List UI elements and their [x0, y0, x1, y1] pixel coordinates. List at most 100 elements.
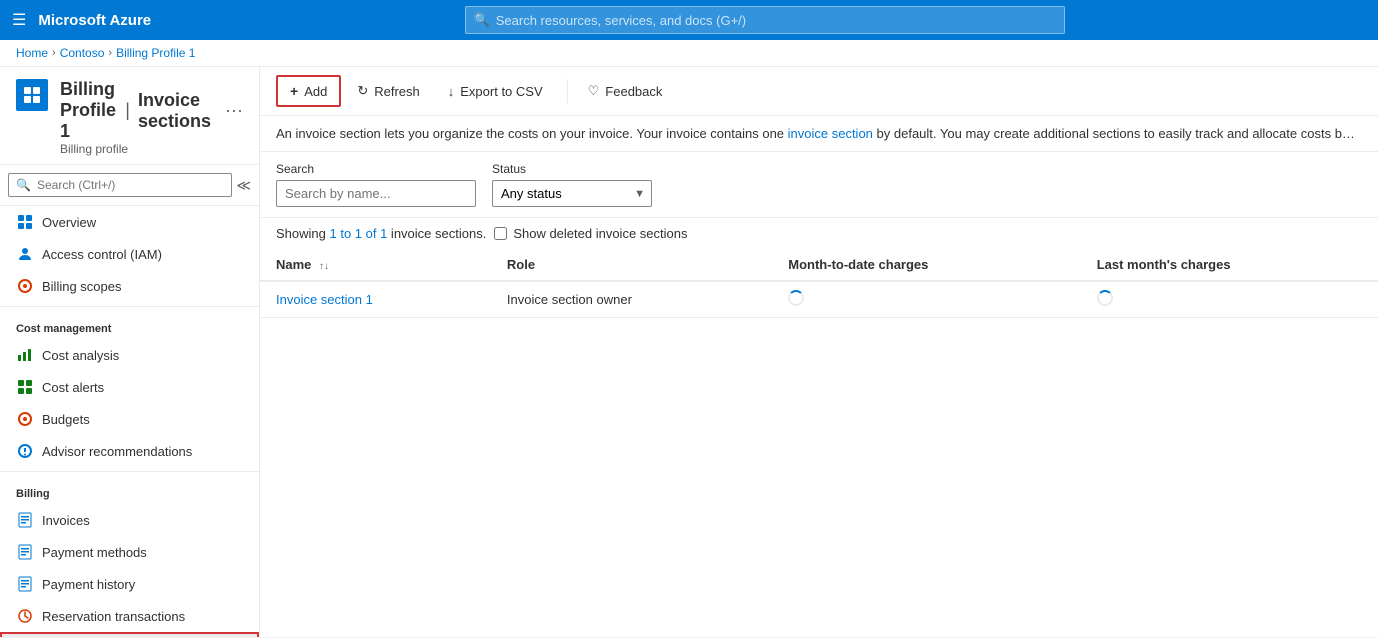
breadcrumb-home[interactable]: Home [16, 46, 48, 60]
sidebar-search-container: 🔍 ≪ [0, 165, 259, 206]
advisor-icon [16, 442, 34, 460]
sidebar-item-label: Cost alerts [42, 380, 104, 395]
status-filter-group: Status Any status Active Deleted ▼ [492, 162, 652, 207]
sidebar-item-label: Budgets [42, 412, 90, 427]
refresh-button[interactable]: ↻ Refresh [345, 77, 431, 105]
page-title: Billing Profile 1 | Invoice sections ··· [60, 79, 243, 142]
sidebar-item-payment-methods[interactable]: Payment methods [0, 536, 259, 568]
resource-type: Billing profile [60, 142, 243, 156]
chart-icon [16, 346, 34, 364]
plus-icon: + [290, 83, 298, 99]
export-button[interactable]: ↓ Export to CSV [436, 78, 555, 105]
table-area: Name ↑↓ Role Month-to-date charges Last … [260, 249, 1378, 637]
breadcrumb-sep-2: › [108, 47, 112, 59]
reservation-icon [16, 607, 34, 625]
heart-icon: ♡ [588, 83, 600, 99]
sidebar-search-icon: 🔍 [16, 178, 31, 192]
sidebar-item-label: Payment methods [42, 545, 147, 560]
sidebar-item-reservation-transactions[interactable]: Reservation transactions [0, 600, 259, 632]
add-button[interactable]: + Add [276, 75, 341, 107]
showing-link[interactable]: 1 to 1 of 1 [329, 226, 387, 241]
filter-row: Search Status Any status Active Deleted … [260, 152, 1378, 218]
global-search-container[interactable]: 🔍 [465, 6, 1065, 34]
sidebar-item-invoices[interactable]: Invoices [0, 504, 259, 536]
sidebar-item-billing-scopes[interactable]: Billing scopes [0, 270, 259, 302]
status-filter-label: Status [492, 162, 652, 176]
description-text: An invoice section lets you organize the… [276, 126, 1378, 141]
sidebar-item-advisor[interactable]: Advisor recommendations [0, 435, 259, 467]
column-last-month-charges: Last month's charges [1081, 249, 1378, 281]
toolbar: + Add ↻ Refresh ↓ Export to CSV ♡ Feedba… [260, 67, 1378, 116]
status-select[interactable]: Any status Active Deleted [493, 181, 628, 206]
app-title: Microsoft Azure [38, 12, 151, 29]
invoice-section-link[interactable]: invoice section [788, 126, 873, 141]
grid-icon [16, 213, 34, 231]
column-month-charges: Month-to-date charges [772, 249, 1080, 281]
invoice-section-link[interactable]: Invoice section 1 [276, 292, 373, 307]
breadcrumb-contoso[interactable]: Contoso [60, 46, 105, 60]
description-area: An invoice section lets you organize the… [260, 116, 1378, 152]
topbar: ☰ Microsoft Azure 🔍 [0, 0, 1378, 40]
table-header-row: Name ↑↓ Role Month-to-date charges Last … [260, 249, 1378, 281]
page-header-text: Billing Profile 1 | Invoice sections ···… [60, 79, 243, 156]
cost-management-section-label: Cost management [0, 311, 259, 339]
sidebar-item-label: Cost analysis [42, 348, 119, 363]
invoice-icon [16, 511, 34, 529]
toolbar-divider [567, 79, 568, 103]
cell-last-month-charges [1081, 281, 1378, 318]
sidebar: Billing Profile 1 | Invoice sections ···… [0, 67, 260, 637]
cell-month-charges [772, 281, 1080, 318]
show-deleted-label[interactable]: Show deleted invoice sections [513, 226, 687, 241]
scope-icon [16, 277, 34, 295]
loading-spinner-month [788, 290, 804, 306]
sidebar-collapse-button[interactable]: ≪ [236, 177, 251, 194]
cell-name: Invoice section 1 [260, 281, 491, 318]
breadcrumb: Home › Contoso › Billing Profile 1 [0, 40, 1378, 67]
loading-spinner-last-month [1097, 290, 1113, 306]
sidebar-item-budgets[interactable]: Budgets [0, 403, 259, 435]
sidebar-item-access-control[interactable]: Access control (IAM) [0, 238, 259, 270]
invoice-sections-table: Name ↑↓ Role Month-to-date charges Last … [260, 249, 1378, 318]
payment-history-icon [16, 575, 34, 593]
alert-icon [16, 378, 34, 396]
search-filter-group: Search [276, 162, 476, 207]
sidebar-item-label: Access control (IAM) [42, 247, 162, 262]
status-select-wrap[interactable]: Any status Active Deleted ▼ [492, 180, 652, 207]
showing-row: Showing 1 to 1 of 1 invoice sections. Sh… [260, 218, 1378, 249]
sidebar-item-label: Advisor recommendations [42, 444, 192, 459]
page-header: Billing Profile 1 | Invoice sections ···… [0, 67, 259, 165]
show-deleted-container: Show deleted invoice sections [494, 226, 687, 241]
person-icon [16, 245, 34, 263]
page-icon [16, 79, 48, 111]
chevron-down-icon: ▼ [628, 188, 651, 200]
payment-methods-icon [16, 543, 34, 561]
show-deleted-checkbox[interactable] [494, 227, 507, 240]
sidebar-item-overview[interactable]: Overview [0, 206, 259, 238]
sidebar-search-input[interactable] [8, 173, 232, 197]
refresh-icon: ↻ [357, 83, 368, 99]
sidebar-item-label: Overview [42, 215, 96, 230]
sidebar-item-payment-history[interactable]: Payment history [0, 568, 259, 600]
sidebar-item-label: Reservation transactions [42, 609, 185, 624]
billing-section-label: Billing [0, 476, 259, 504]
showing-text: Showing 1 to 1 of 1 invoice sections. [276, 226, 486, 241]
more-options-icon[interactable]: ··· [225, 100, 243, 121]
column-role: Role [491, 249, 772, 281]
breadcrumb-billing-profile[interactable]: Billing Profile 1 [116, 46, 195, 60]
sidebar-nav: Overview Access control (IAM) [0, 206, 259, 637]
main-content: + Add ↻ Refresh ↓ Export to CSV ♡ Feedba… [260, 67, 1378, 637]
download-icon: ↓ [448, 84, 455, 99]
global-search-input[interactable] [496, 13, 1056, 28]
search-filter-label: Search [276, 162, 476, 176]
feedback-button[interactable]: ♡ Feedback [576, 77, 675, 105]
sidebar-item-cost-alerts[interactable]: Cost alerts [0, 371, 259, 403]
sidebar-item-label: Payment history [42, 577, 135, 592]
column-name: Name ↑↓ [260, 249, 491, 281]
budget-icon [16, 410, 34, 428]
name-search-input[interactable] [276, 180, 476, 207]
sort-name-icon[interactable]: ↑↓ [319, 261, 329, 272]
hamburger-icon[interactable]: ☰ [12, 10, 26, 30]
sidebar-item-cost-analysis[interactable]: Cost analysis [0, 339, 259, 371]
cell-role: Invoice section owner [491, 281, 772, 318]
sidebar-item-invoice-sections[interactable]: Invoice sections [0, 632, 259, 637]
